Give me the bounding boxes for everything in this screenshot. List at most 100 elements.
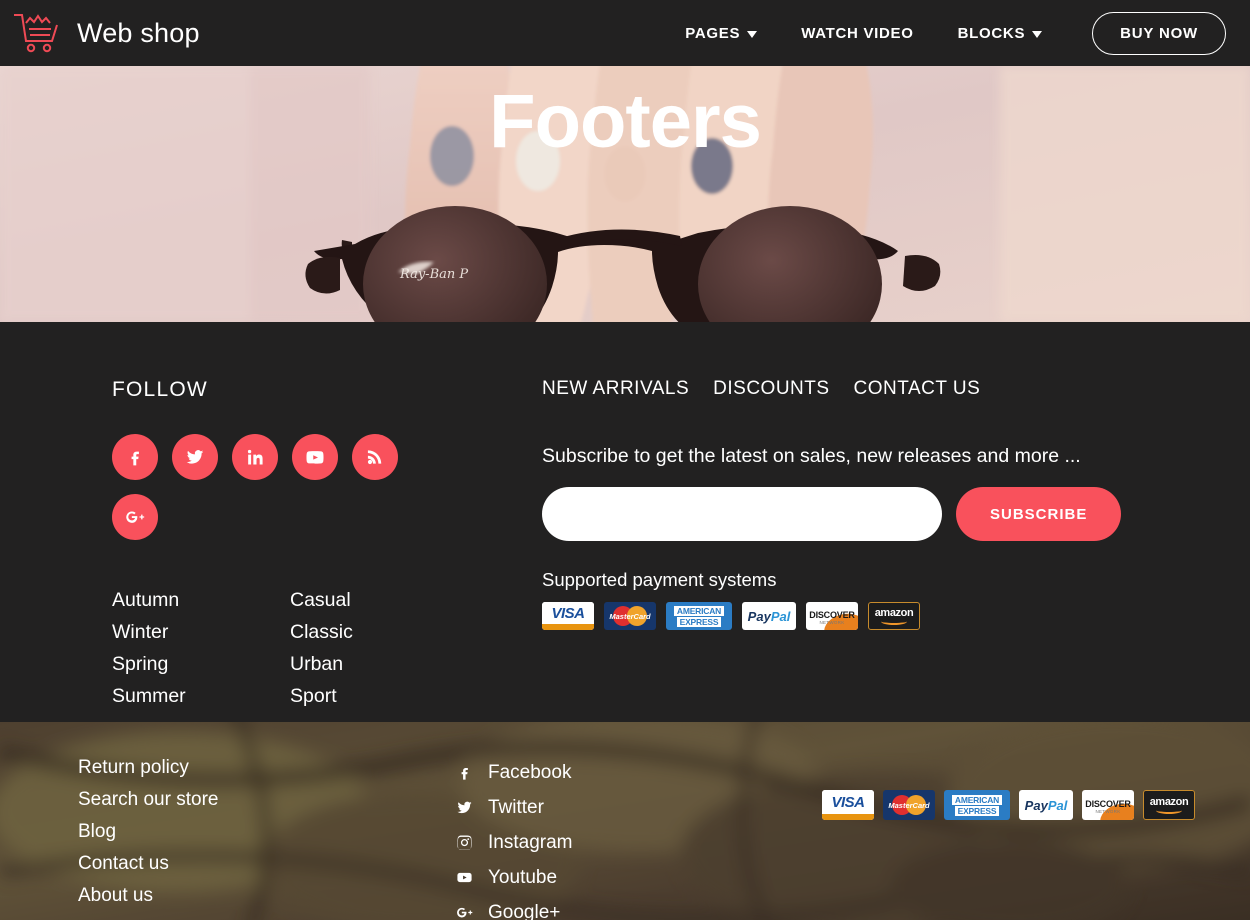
bottom-social-column: Facebook Twitter Instagram Youtube Googl… (456, 755, 816, 920)
bottom-social-youtube[interactable]: Youtube (456, 860, 816, 895)
svg-text:Ray-Ban P: Ray-Ban P (399, 267, 468, 282)
buy-now-button[interactable]: BUY NOW (1092, 11, 1226, 55)
footer-link[interactable]: Spring (112, 648, 290, 680)
bottom-link-contact-us[interactable]: Contact us (78, 848, 456, 880)
footer-link-columns: Autumn Winter Spring Summer Casual Class… (112, 584, 542, 712)
subscribe-button[interactable]: SUBSCRIBE (956, 487, 1122, 541)
google-plus-icon (126, 511, 145, 523)
nav-item-pages[interactable]: PAGES (663, 25, 779, 42)
payment-systems-label: Supported payment systems (542, 569, 777, 590)
mastercard-label: MasterCard (888, 800, 930, 810)
payment-icon-list: VISA MasterCard AMERICAN EXPRESS PayPal (542, 602, 1210, 630)
footer-subscribe-column: NEW ARRIVALS DISCOUNTS CONTACT US Subscr… (542, 378, 1250, 712)
amazon-icon[interactable]: amazon (1143, 790, 1195, 820)
discover-icon[interactable]: DISCOVER NETWORK (806, 602, 858, 630)
bottom-payment-icon-list: VISA MasterCard AMERICAN EXPRESS Pay Pal … (822, 790, 1250, 820)
footer-main: FOLLOW Autumn Winter Spring Summer Casua… (0, 322, 1250, 722)
visa-icon[interactable]: VISA (542, 602, 594, 630)
bottom-social-label: Youtube (488, 867, 558, 888)
footer-follow-column: FOLLOW Autumn Winter Spring Summer Casua… (112, 378, 542, 712)
amex-icon[interactable]: AMERICAN EXPRESS (944, 790, 1010, 820)
rss-icon (367, 450, 382, 465)
footer-link[interactable]: Autumn (112, 584, 290, 616)
facebook-icon (461, 767, 468, 780)
footer-link[interactable]: Sport (290, 680, 468, 712)
paypal-icon[interactable]: Pay Pal (742, 602, 796, 630)
bottom-social-twitter[interactable]: Twitter (456, 790, 816, 825)
season-links: Autumn Winter Spring Summer (112, 584, 290, 712)
brand-name: Web shop (77, 17, 200, 48)
discover-icon[interactable]: DISCOVER NETWORK (1082, 790, 1134, 820)
amazon-label: amazon (874, 606, 914, 619)
youtube-icon (306, 451, 324, 464)
paypal-label-1: Pay (747, 608, 771, 624)
paypal-label-1: Pay (1024, 797, 1048, 813)
footer-link[interactable]: Urban (290, 648, 468, 680)
page-title: Footers (489, 79, 762, 164)
social-icon-list (112, 434, 412, 540)
visa-icon[interactable]: VISA (822, 790, 874, 820)
mastercard-icon[interactable]: MasterCard (883, 790, 935, 820)
discover-sublabel: NETWORK (1095, 808, 1121, 814)
bottom-link-about-us[interactable]: About us (78, 880, 456, 912)
instagram-icon (457, 835, 472, 850)
bottom-social-instagram[interactable]: Instagram (456, 825, 816, 860)
style-links: Casual Classic Urban Sport (290, 584, 468, 712)
footer-link[interactable]: Winter (112, 616, 290, 648)
bottom-link-search-our-store[interactable]: Search our store (78, 784, 456, 816)
social-google-plus-button[interactable] (112, 494, 158, 540)
paypal-label-2: Pal (1047, 797, 1068, 813)
site-header: Web shop PAGES WATCH VIDEO BLOCKS BUY NO… (0, 0, 1250, 66)
amex-icon[interactable]: AMERICAN EXPRESS (666, 602, 732, 630)
footer-link[interactable]: Summer (112, 680, 290, 712)
nav-label: WATCH VIDEO (801, 24, 914, 42)
bottom-social-label: Facebook (488, 762, 572, 783)
bottom-links-column: Return policy Search our store Blog Cont… (78, 752, 456, 912)
mastercard-icon[interactable]: MasterCard (604, 602, 656, 630)
subscribe-description: Subscribe to get the latest on sales, ne… (542, 445, 1081, 467)
bottom-social-google-plus[interactable]: Google+ (456, 895, 816, 920)
bottom-social-label: Twitter (488, 797, 544, 818)
main-nav: PAGES WATCH VIDEO BLOCKS BUY NOW (663, 11, 1226, 55)
facebook-icon (131, 451, 139, 466)
footer-link-discounts[interactable]: DISCOUNTS (713, 378, 829, 400)
nav-item-blocks[interactable]: BLOCKS (936, 25, 1065, 42)
bottom-link-return-policy[interactable]: Return policy (78, 752, 456, 784)
bottom-link-blog[interactable]: Blog (78, 816, 456, 848)
amazon-icon[interactable]: amazon (868, 602, 920, 630)
footer-link[interactable]: Casual (290, 584, 468, 616)
bottom-social-label: Instagram (488, 832, 573, 853)
visa-label: VISA (542, 602, 594, 624)
subscribe-email-input[interactable] (542, 487, 942, 541)
google-plus-icon (457, 907, 473, 918)
footer-link[interactable]: Classic (290, 616, 468, 648)
brand-logo[interactable]: Web shop (12, 11, 200, 55)
chevron-down-icon (1032, 30, 1043, 38)
visa-label: VISA (822, 790, 874, 814)
social-youtube-button[interactable] (292, 434, 338, 480)
amex-label-1: AMERICAN (673, 605, 725, 616)
linkedin-icon (247, 449, 263, 465)
amazon-label: amazon (1149, 795, 1189, 808)
paypal-label-2: Pal (770, 608, 791, 624)
footer-top-links: NEW ARRIVALS DISCOUNTS CONTACT US (542, 378, 1210, 400)
social-facebook-button[interactable] (112, 434, 158, 480)
follow-heading: FOLLOW (112, 378, 208, 401)
twitter-icon (457, 801, 472, 814)
paypal-icon[interactable]: Pay Pal (1019, 790, 1073, 820)
social-linkedin-button[interactable] (232, 434, 278, 480)
social-twitter-button[interactable] (172, 434, 218, 480)
bottom-social-facebook[interactable]: Facebook (456, 755, 816, 790)
hero-section: Ray-Ban P Footers (0, 66, 1250, 322)
shopping-cart-icon (12, 11, 64, 55)
footer-bottom-bar: Return policy Search our store Blog Cont… (0, 722, 1250, 920)
social-rss-button[interactable] (352, 434, 398, 480)
bottom-social-label: Google+ (488, 902, 561, 920)
amex-label-2: EXPRESS (954, 805, 1000, 816)
footer-link-new-arrivals[interactable]: NEW ARRIVALS (542, 378, 689, 400)
footer-link-contact-us[interactable]: CONTACT US (854, 378, 981, 400)
subscribe-form: SUBSCRIBE (542, 487, 1210, 541)
amex-label-1: AMERICAN (951, 794, 1003, 805)
discover-label: DISCOVER (1085, 798, 1131, 809)
nav-item-watch-video[interactable]: WATCH VIDEO (779, 25, 935, 42)
